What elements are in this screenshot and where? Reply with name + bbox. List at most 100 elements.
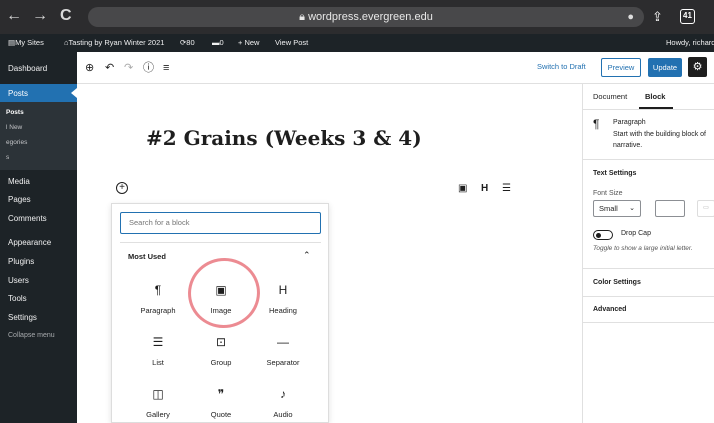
- block-card-desc-line2: narrative.: [613, 142, 643, 149]
- hand-drawn-circle-annotation: [182, 252, 266, 334]
- block-paragraph[interactable]: ¶ Paragraph: [128, 282, 188, 315]
- block-group[interactable]: ⊡ Group: [191, 334, 251, 367]
- tab-document[interactable]: Document: [593, 92, 627, 101]
- editor-toolbar: ⊕ ↶ ↷ ⓘ ≡ Switch to Draft Preview Update…: [77, 52, 714, 84]
- address-bar[interactable]: 🔒︎ wordpress.evergreen.edu ●: [88, 7, 644, 27]
- block-label: Paragraph: [140, 306, 176, 315]
- sidebar-item-media[interactable]: Media: [8, 177, 30, 186]
- advanced-heading[interactable]: Advanced: [593, 306, 626, 313]
- view-post-link[interactable]: View Post: [275, 34, 308, 52]
- tabs-button[interactable]: 41: [680, 9, 695, 24]
- block-label: Gallery: [146, 410, 170, 419]
- divider: [120, 242, 321, 243]
- drop-cap-label: Drop Cap: [621, 230, 651, 237]
- block-audio[interactable]: ♪ Audio: [253, 386, 313, 419]
- updates-link[interactable]: ⟳ 80: [180, 34, 195, 52]
- sidebar-item-dashboard[interactable]: Dashboard: [8, 64, 47, 73]
- sidebar-item-users[interactable]: Users: [8, 276, 29, 285]
- reload-icon[interactable]: C: [60, 6, 72, 26]
- submenu-categories[interactable]: egories: [6, 139, 27, 146]
- sidebar-item-pages[interactable]: Pages: [8, 195, 31, 204]
- admin-sidebar: Dashboard Posts Posts l New egories s Me…: [0, 52, 77, 423]
- block-search-input[interactable]: Search for a block: [120, 212, 321, 234]
- post-title[interactable]: #2 Grains (Weeks 3 & 4): [146, 126, 422, 150]
- group-icon: ⊡: [215, 335, 227, 349]
- back-icon[interactable]: ←: [6, 6, 22, 26]
- submenu-all-posts[interactable]: Posts: [6, 109, 24, 116]
- add-block-icon[interactable]: ⊕: [85, 61, 94, 75]
- chevron-up-icon[interactable]: ⌃: [303, 250, 311, 261]
- chevron-down-icon: ⌄: [629, 205, 635, 212]
- sidebar-item-plugins[interactable]: Plugins: [8, 257, 34, 266]
- divider: [583, 268, 714, 269]
- undo-icon[interactable]: ↶: [105, 61, 114, 75]
- microphone-icon[interactable]: ●: [627, 7, 634, 27]
- share-icon[interactable]: ⇪: [652, 8, 663, 26]
- color-settings-heading[interactable]: Color Settings: [593, 279, 641, 286]
- block-label: Quote: [210, 410, 232, 419]
- browser-toolbar: ← → C 🔒︎ wordpress.evergreen.edu ● ⇪ 41: [0, 0, 714, 34]
- block-quote[interactable]: ❞ Quote: [191, 386, 251, 419]
- block-inserter-popover: Search for a block Most Used ⌃ ¶ Paragrap…: [111, 203, 329, 423]
- block-gallery[interactable]: ◫ Gallery: [128, 386, 188, 419]
- redo-icon[interactable]: ↷: [124, 61, 133, 75]
- list-icon: ☰: [152, 335, 164, 349]
- block-label: Heading: [269, 306, 297, 315]
- submenu-add-new[interactable]: l New: [6, 124, 22, 131]
- block-separator[interactable]: — Separator: [253, 334, 313, 367]
- drop-cap-help: Toggle to show a large initial letter.: [593, 245, 693, 252]
- wp-admin-bar: ▤ My Sites ⌂ Tasting by Ryan Winter 2021…: [0, 34, 714, 52]
- divider: [583, 322, 714, 323]
- custom-font-size-input[interactable]: [655, 200, 685, 217]
- block-label: Group: [210, 358, 232, 367]
- tab-block[interactable]: Block: [645, 92, 665, 101]
- quick-list-icon[interactable]: ☰: [502, 183, 511, 194]
- font-size-label: Font Size: [593, 190, 623, 197]
- paragraph-icon: ¶: [154, 283, 162, 297]
- update-button[interactable]: Update: [648, 58, 682, 77]
- inline-add-block-icon[interactable]: +: [116, 182, 128, 194]
- separator-icon: —: [277, 335, 289, 349]
- switch-to-draft-button[interactable]: Switch to Draft: [537, 62, 586, 71]
- active-tab-indicator: [639, 107, 673, 109]
- block-card-title: Paragraph: [613, 119, 646, 126]
- sidebar-item-appearance[interactable]: Appearance: [8, 238, 51, 247]
- quote-icon: ❞: [217, 387, 225, 401]
- lock-icon: 🔒︎: [299, 11, 309, 23]
- gallery-icon: ◫: [152, 387, 164, 401]
- block-card-desc-line1: Start with the building block of: [613, 131, 706, 138]
- settings-tabs: Document Block: [583, 84, 714, 110]
- submenu-tags[interactable]: s: [6, 154, 9, 161]
- sidebar-item-comments[interactable]: Comments: [8, 214, 47, 223]
- block-label: List: [152, 358, 164, 367]
- reset-button[interactable]: ▭: [697, 200, 714, 217]
- new-content-link[interactable]: + New: [238, 34, 259, 52]
- sidebar-item-settings[interactable]: Settings: [8, 313, 37, 322]
- text-settings-heading[interactable]: Text Settings: [593, 170, 636, 177]
- forward-icon[interactable]: →: [32, 6, 48, 26]
- quick-image-icon[interactable]: ▣: [458, 183, 467, 194]
- font-size-select[interactable]: Small ⌄: [593, 200, 641, 217]
- site-name-link[interactable]: ⌂ Tasting by Ryan Winter 2021: [64, 34, 164, 52]
- settings-sidebar: Document Block ¶ Paragraph Start with th…: [582, 84, 714, 423]
- drop-cap-toggle[interactable]: [593, 230, 613, 240]
- audio-icon: ♪: [280, 387, 286, 401]
- comments-link[interactable]: ▬ 0: [212, 34, 224, 52]
- collapse-menu-button[interactable]: Collapse menu: [8, 332, 55, 339]
- sidebar-item-posts[interactable]: Posts: [8, 89, 28, 98]
- font-size-value: Small: [599, 204, 618, 213]
- heading-icon: H: [278, 283, 288, 297]
- block-label: Separator: [266, 358, 300, 367]
- sidebar-item-tools[interactable]: Tools: [8, 294, 27, 303]
- block-heading[interactable]: H Heading: [253, 282, 313, 315]
- quick-heading-icon[interactable]: H: [481, 183, 488, 194]
- preview-button[interactable]: Preview: [601, 58, 641, 77]
- howdy-user-link[interactable]: Howdy, richard: [666, 34, 714, 52]
- most-used-heading[interactable]: Most Used: [128, 252, 166, 261]
- settings-gear-icon[interactable]: ⚙: [688, 57, 707, 77]
- info-icon[interactable]: ⓘ: [143, 61, 154, 75]
- block-list[interactable]: ☰ List: [128, 334, 188, 367]
- block-label: Audio: [273, 410, 293, 419]
- outline-icon[interactable]: ≡: [163, 61, 169, 75]
- my-sites-link[interactable]: ▤ My Sites: [8, 34, 44, 52]
